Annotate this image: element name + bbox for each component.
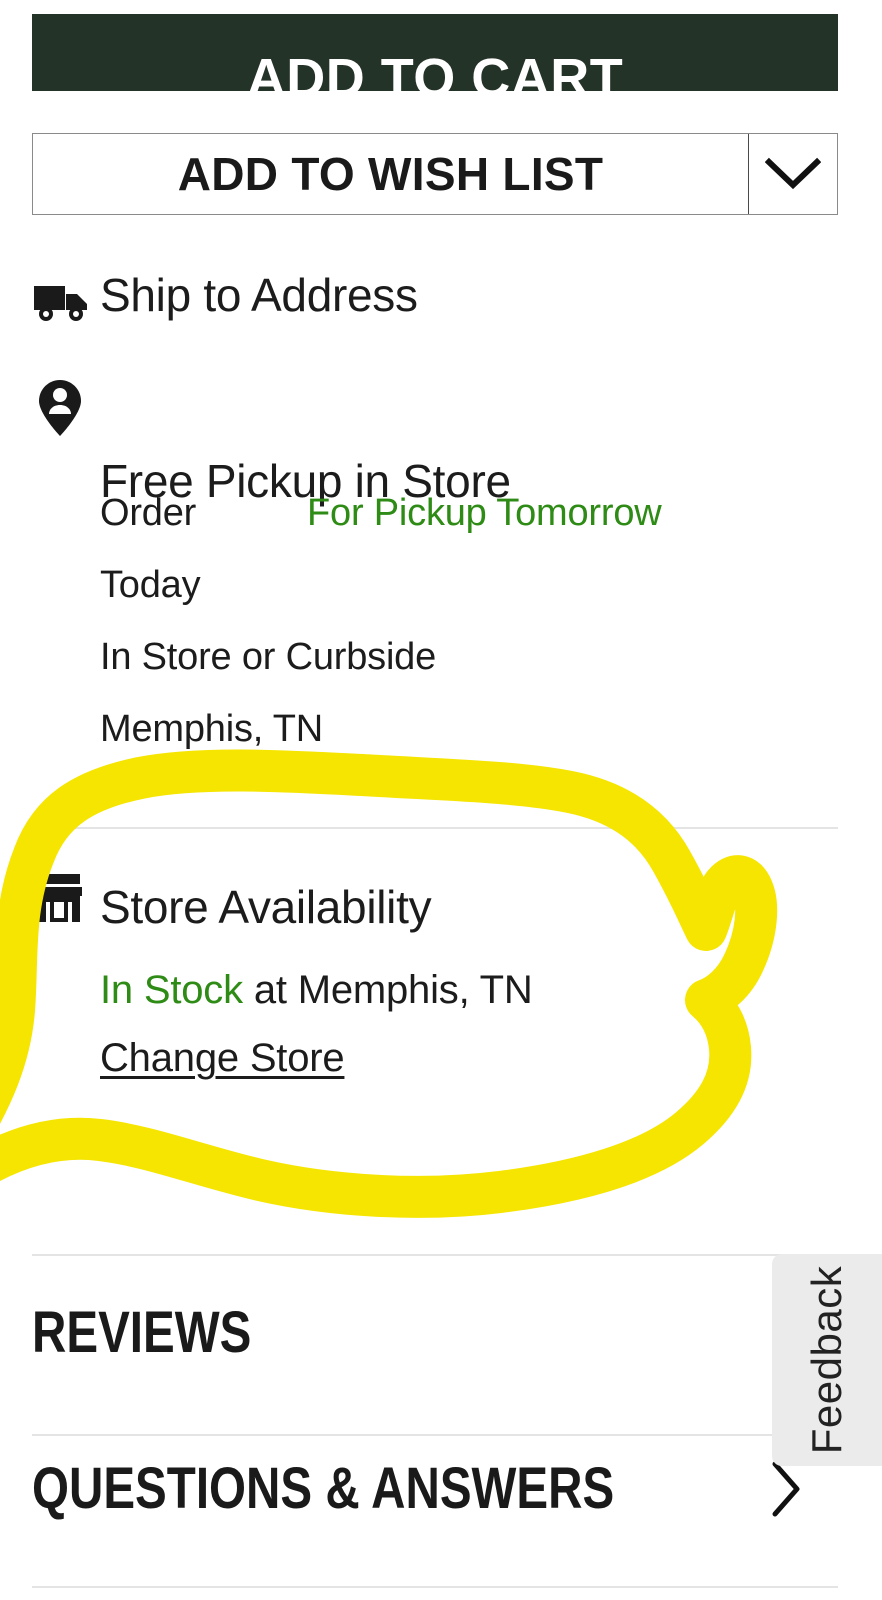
divider-questions-answers-bottom <box>32 1586 838 1588</box>
divider-store-availability <box>32 827 838 829</box>
divider-reviews-top <box>32 1254 838 1256</box>
questions-answers-title: QUESTIONS & ANSWERS <box>32 1456 615 1521</box>
wish-list-dropdown-button[interactable] <box>748 134 837 214</box>
pickup-order-line: Order For Pickup Tomorrow <box>100 494 800 544</box>
pickup-today-label: Today <box>100 564 201 606</box>
section-reviews[interactable]: REVIEWS <box>32 1288 838 1378</box>
add-to-wish-list-button[interactable]: ADD TO WISH LIST <box>33 134 748 214</box>
pickup-city-label: Memphis, TN <box>100 708 324 750</box>
product-fulfillment-page: ADD TO CART ADD TO WISH LIST Ship to Add… <box>0 0 882 1600</box>
store-availability-title: Store Availability <box>100 881 432 933</box>
truck-icon <box>32 278 92 324</box>
feedback-tab[interactable]: Feedback <box>772 1254 882 1466</box>
pickup-when-label: For Pickup Tomorrow <box>307 492 662 534</box>
section-questions-answers[interactable]: QUESTIONS & ANSWERS <box>32 1444 838 1534</box>
ship-to-address-label: Ship to Address <box>100 269 418 321</box>
add-to-cart-label: ADD TO CART <box>246 48 624 108</box>
feedback-tab-label: Feedback <box>803 1265 851 1455</box>
add-to-wish-list-group: ADD TO WISH LIST <box>32 133 838 215</box>
storefront-icon <box>34 872 84 924</box>
map-pin-person-icon <box>38 378 82 438</box>
pickup-details: Order For Pickup Tomorrow Today In Store… <box>100 494 800 748</box>
ship-to-address-option[interactable]: Ship to Address <box>0 262 882 334</box>
pickup-mode-label: In Store or Curbside <box>100 636 437 678</box>
chevron-right-icon <box>770 1460 802 1518</box>
add-to-wish-list-label: ADD TO WISH LIST <box>177 148 604 200</box>
status-badge-in-stock: In Stock <box>100 968 243 1012</box>
reviews-title: REVIEWS <box>32 1300 252 1365</box>
change-store-link[interactable]: Change Store <box>100 1038 345 1078</box>
divider-reviews-bottom <box>32 1434 838 1436</box>
chevron-down-icon <box>765 157 821 191</box>
add-to-cart-button[interactable]: ADD TO CART <box>32 14 838 105</box>
pickup-order-label: Order <box>100 492 197 534</box>
store-stock-status-line: In Stock at Memphis, TN <box>100 970 533 1010</box>
store-stock-location: at Memphis, TN <box>242 968 533 1012</box>
